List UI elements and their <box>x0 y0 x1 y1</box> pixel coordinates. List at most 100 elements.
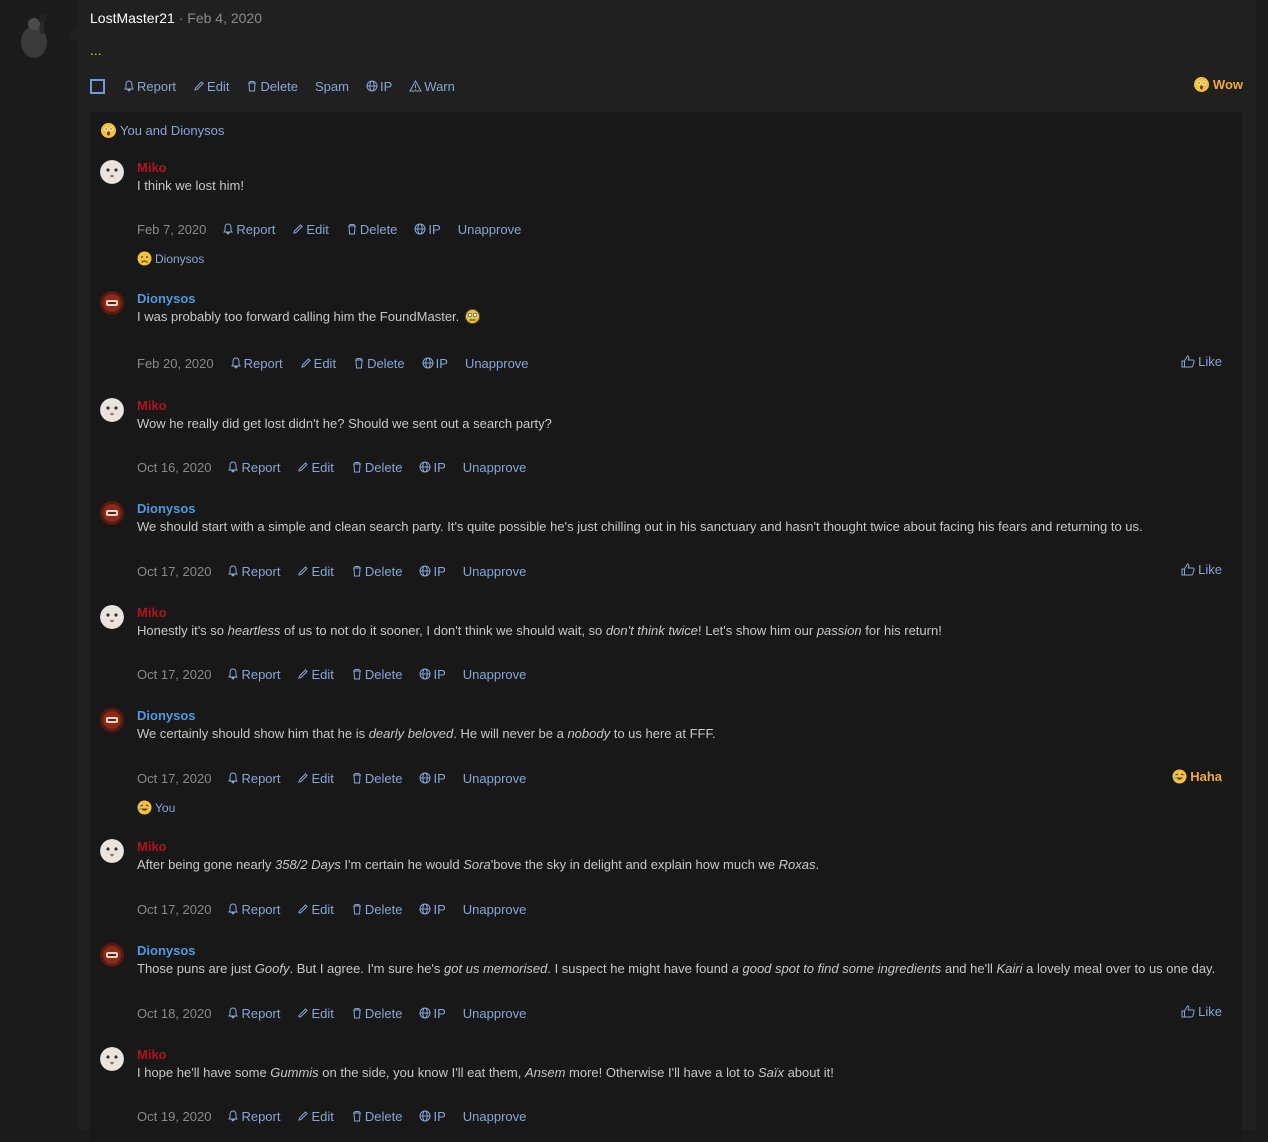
ip-button[interactable]: IP <box>422 356 448 371</box>
haha-reaction[interactable]: Haha <box>1172 769 1222 784</box>
op-avatar[interactable] <box>10 12 58 58</box>
ip-button[interactable]: IP <box>419 666 446 682</box>
avatar[interactable] <box>100 160 124 184</box>
like-button[interactable]: Like <box>1181 562 1222 577</box>
avatar[interactable] <box>100 291 124 315</box>
avatar[interactable] <box>100 839 124 863</box>
report-button[interactable]: Report <box>227 564 280 579</box>
comment-username[interactable]: Dionysos <box>137 943 196 958</box>
delete-button[interactable]: Delete <box>351 1006 402 1021</box>
delete-button[interactable]: Delete <box>351 771 402 786</box>
op-reactors[interactable]: You and Dionysos <box>101 123 224 138</box>
edit-button[interactable]: Edit <box>297 1109 334 1124</box>
comment-username[interactable]: Dionysos <box>137 501 196 516</box>
report-button[interactable]: Report <box>227 1109 280 1124</box>
report-button[interactable]: Report <box>230 356 283 371</box>
report-button[interactable]: Report <box>227 667 280 682</box>
ip-button[interactable]: IP <box>419 460 446 475</box>
edit-button[interactable]: Edit <box>193 79 229 94</box>
wow-label: Wow <box>1212 77 1243 92</box>
unapprove-button[interactable]: Unapprove <box>465 356 529 371</box>
avatar[interactable] <box>100 708 124 732</box>
comment-date[interactable]: Oct 16, 2020 <box>137 460 211 475</box>
report-button[interactable]: Report <box>227 902 280 917</box>
edit-button[interactable]: Edit <box>297 902 334 917</box>
unapprove-button[interactable]: Unapprove <box>458 222 522 237</box>
pencil-icon <box>297 1110 311 1122</box>
op-username[interactable]: LostMaster21 <box>90 10 175 26</box>
unapprove-button[interactable]: Unapprove <box>463 1109 527 1124</box>
edit-button[interactable]: Edit <box>297 771 334 786</box>
ip-button[interactable]: IP <box>414 222 441 237</box>
delete-button[interactable]: Delete <box>351 1109 402 1124</box>
ip-button[interactable]: IP <box>366 79 392 94</box>
unapprove-button[interactable]: Unapprove <box>463 564 527 579</box>
delete-button[interactable]: Delete <box>246 79 298 94</box>
unapprove-button[interactable]: Unapprove <box>463 460 527 475</box>
comment-username[interactable]: Miko <box>137 1047 167 1062</box>
op-date[interactable]: Feb 4, 2020 <box>187 10 262 26</box>
comment-username[interactable]: Miko <box>137 605 167 620</box>
delete-button[interactable]: Delete <box>351 902 402 917</box>
like-button[interactable]: Like <box>1181 1004 1222 1019</box>
report-button[interactable]: Report <box>227 460 280 475</box>
report-button[interactable]: Report <box>123 79 176 94</box>
unapprove-button[interactable]: Unapprove <box>463 902 527 917</box>
report-button[interactable]: Report <box>222 222 275 237</box>
edit-button[interactable]: Edit <box>300 356 336 371</box>
comment-date[interactable]: Oct 19, 2020 <box>137 1109 211 1124</box>
comment-actions: Feb 7, 2020 Report Edit Delete IP Unapprove <box>137 220 538 238</box>
like-button[interactable]: Like <box>1181 354 1222 369</box>
ip-button[interactable]: IP <box>419 1109 446 1124</box>
comment-username[interactable]: Miko <box>137 839 167 854</box>
report-button[interactable]: Report <box>227 1006 280 1021</box>
avatar[interactable] <box>100 605 124 629</box>
unapprove-button[interactable]: Unapprove <box>463 1006 527 1021</box>
comment-reactors[interactable]: Dionysos <box>137 251 204 266</box>
edit-button[interactable]: Edit <box>297 1006 334 1021</box>
delete-button[interactable]: Delete <box>351 460 402 475</box>
unapprove-button[interactable]: Unapprove <box>463 667 527 682</box>
comment-date[interactable]: Feb 7, 2020 <box>137 222 206 237</box>
edit-button[interactable]: Edit <box>297 460 334 475</box>
comment-date[interactable]: Oct 17, 2020 <box>137 667 211 682</box>
delete-button[interactable]: Delete <box>351 564 402 579</box>
comment-date[interactable]: Feb 20, 2020 <box>137 356 214 371</box>
ip-button[interactable]: IP <box>419 902 446 917</box>
comment-username[interactable]: Miko <box>137 160 167 175</box>
avatar[interactable] <box>100 1047 124 1071</box>
ip-button[interactable]: IP <box>419 1006 446 1021</box>
comment-date[interactable]: Oct 17, 2020 <box>137 564 211 579</box>
avatar[interactable] <box>100 398 124 422</box>
edit-button[interactable]: Edit <box>297 667 334 682</box>
report-button[interactable]: Report <box>227 771 280 786</box>
comment-date[interactable]: Oct 17, 2020 <box>137 771 211 786</box>
comment-date[interactable]: Oct 18, 2020 <box>137 1006 211 1021</box>
ip-button[interactable]: IP <box>419 771 446 786</box>
warn-button[interactable]: Warn <box>409 79 455 94</box>
comment-username[interactable]: Dionysos <box>137 291 196 306</box>
delete-button[interactable]: Delete <box>351 667 402 682</box>
comment-username[interactable]: Miko <box>137 398 167 413</box>
comment-username[interactable]: Dionysos <box>137 708 196 723</box>
delete-button[interactable]: Delete <box>353 356 405 371</box>
op-reaction-wow[interactable]: Wow <box>1193 77 1243 92</box>
edit-button[interactable]: Edit <box>297 564 334 579</box>
comment-reactors[interactable]: You <box>137 800 175 815</box>
unapprove-button[interactable]: Unapprove <box>463 771 527 786</box>
unapprove-label: Unapprove <box>462 901 527 917</box>
avatar[interactable] <box>100 943 124 967</box>
like-label: Like <box>1198 562 1222 577</box>
ip-button[interactable]: IP <box>419 564 446 579</box>
trash-icon <box>351 903 365 915</box>
edit-button[interactable]: Edit <box>292 222 329 237</box>
delete-button[interactable]: Delete <box>346 222 397 237</box>
select-checkbox[interactable] <box>90 78 105 94</box>
ip-label: IP <box>433 666 446 682</box>
spam-label: Spam <box>315 78 349 94</box>
comment-date[interactable]: Oct 17, 2020 <box>137 902 211 917</box>
avatar[interactable] <box>100 501 124 525</box>
spam-button[interactable]: Spam <box>315 79 349 94</box>
trash-icon <box>351 668 365 680</box>
report-label: Report <box>241 901 281 917</box>
